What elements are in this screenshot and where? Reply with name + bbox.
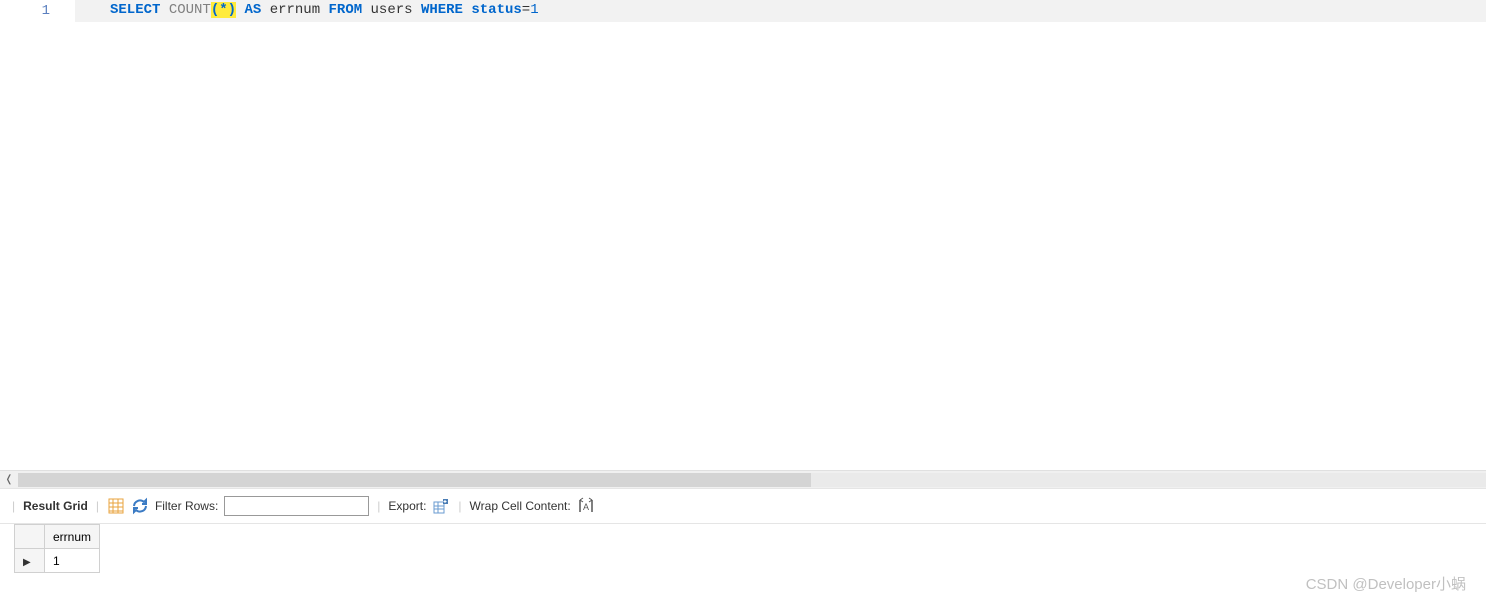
separator: | <box>377 499 380 513</box>
results-toolbar: | Result Grid | Filter Rows: | Export: |… <box>0 488 1486 524</box>
cell-value[interactable]: 1 <box>45 549 100 573</box>
keyword-from: FROM <box>329 2 363 18</box>
refresh-icon[interactable] <box>131 497 149 515</box>
scroll-track[interactable] <box>18 473 1486 487</box>
code-line-1[interactable]: SELECT COUNT(*) AS errnum FROM users WHE… <box>75 0 1486 22</box>
keyword-as: AS <box>244 2 261 18</box>
table-row[interactable]: ▶ 1 <box>15 549 100 573</box>
export-icon[interactable] <box>432 497 450 515</box>
row-marker-cell: ▶ <box>15 549 45 573</box>
watermark: CSDN @Developer小蜗 <box>1306 573 1466 594</box>
wrap-cell-icon[interactable]: A <box>577 497 595 515</box>
column-header[interactable]: errnum <box>45 525 100 549</box>
star: * <box>219 2 227 18</box>
separator: | <box>458 499 461 513</box>
corner-cell <box>15 525 45 549</box>
svg-text:A: A <box>583 502 589 512</box>
column-name: status <box>471 2 521 18</box>
value: 1 <box>530 2 538 18</box>
function-count: COUNT <box>169 2 211 18</box>
table-name: users <box>371 2 413 18</box>
scroll-left-arrow[interactable]: ❬ <box>0 471 18 489</box>
keyword-select: SELECT <box>110 2 160 18</box>
filter-rows-label: Filter Rows: <box>155 499 218 513</box>
filter-rows-input[interactable] <box>224 496 369 516</box>
equals: = <box>522 2 530 18</box>
separator: | <box>12 499 15 513</box>
scroll-thumb[interactable] <box>18 473 811 487</box>
keyword-where: WHERE <box>421 2 463 18</box>
wrap-cell-label: Wrap Cell Content: <box>470 499 571 513</box>
grid-view-icon[interactable] <box>107 497 125 515</box>
horizontal-scrollbar[interactable]: ❬ <box>0 470 1486 488</box>
line-number: 1 <box>42 3 50 19</box>
paren-close: ) <box>228 2 236 18</box>
result-grid-label: Result Grid <box>23 499 88 513</box>
line-gutter: 1 <box>0 0 75 470</box>
header-row: errnum <box>15 525 100 549</box>
export-label: Export: <box>388 499 426 513</box>
sql-editor[interactable]: 1 SELECT COUNT(*) AS errnum FROM users W… <box>0 0 1486 470</box>
alias: errnum <box>270 2 320 18</box>
result-table: errnum ▶ 1 <box>14 524 100 573</box>
separator: | <box>96 499 99 513</box>
current-row-marker-icon: ▶ <box>23 557 31 568</box>
paren-open: ( <box>211 2 219 18</box>
